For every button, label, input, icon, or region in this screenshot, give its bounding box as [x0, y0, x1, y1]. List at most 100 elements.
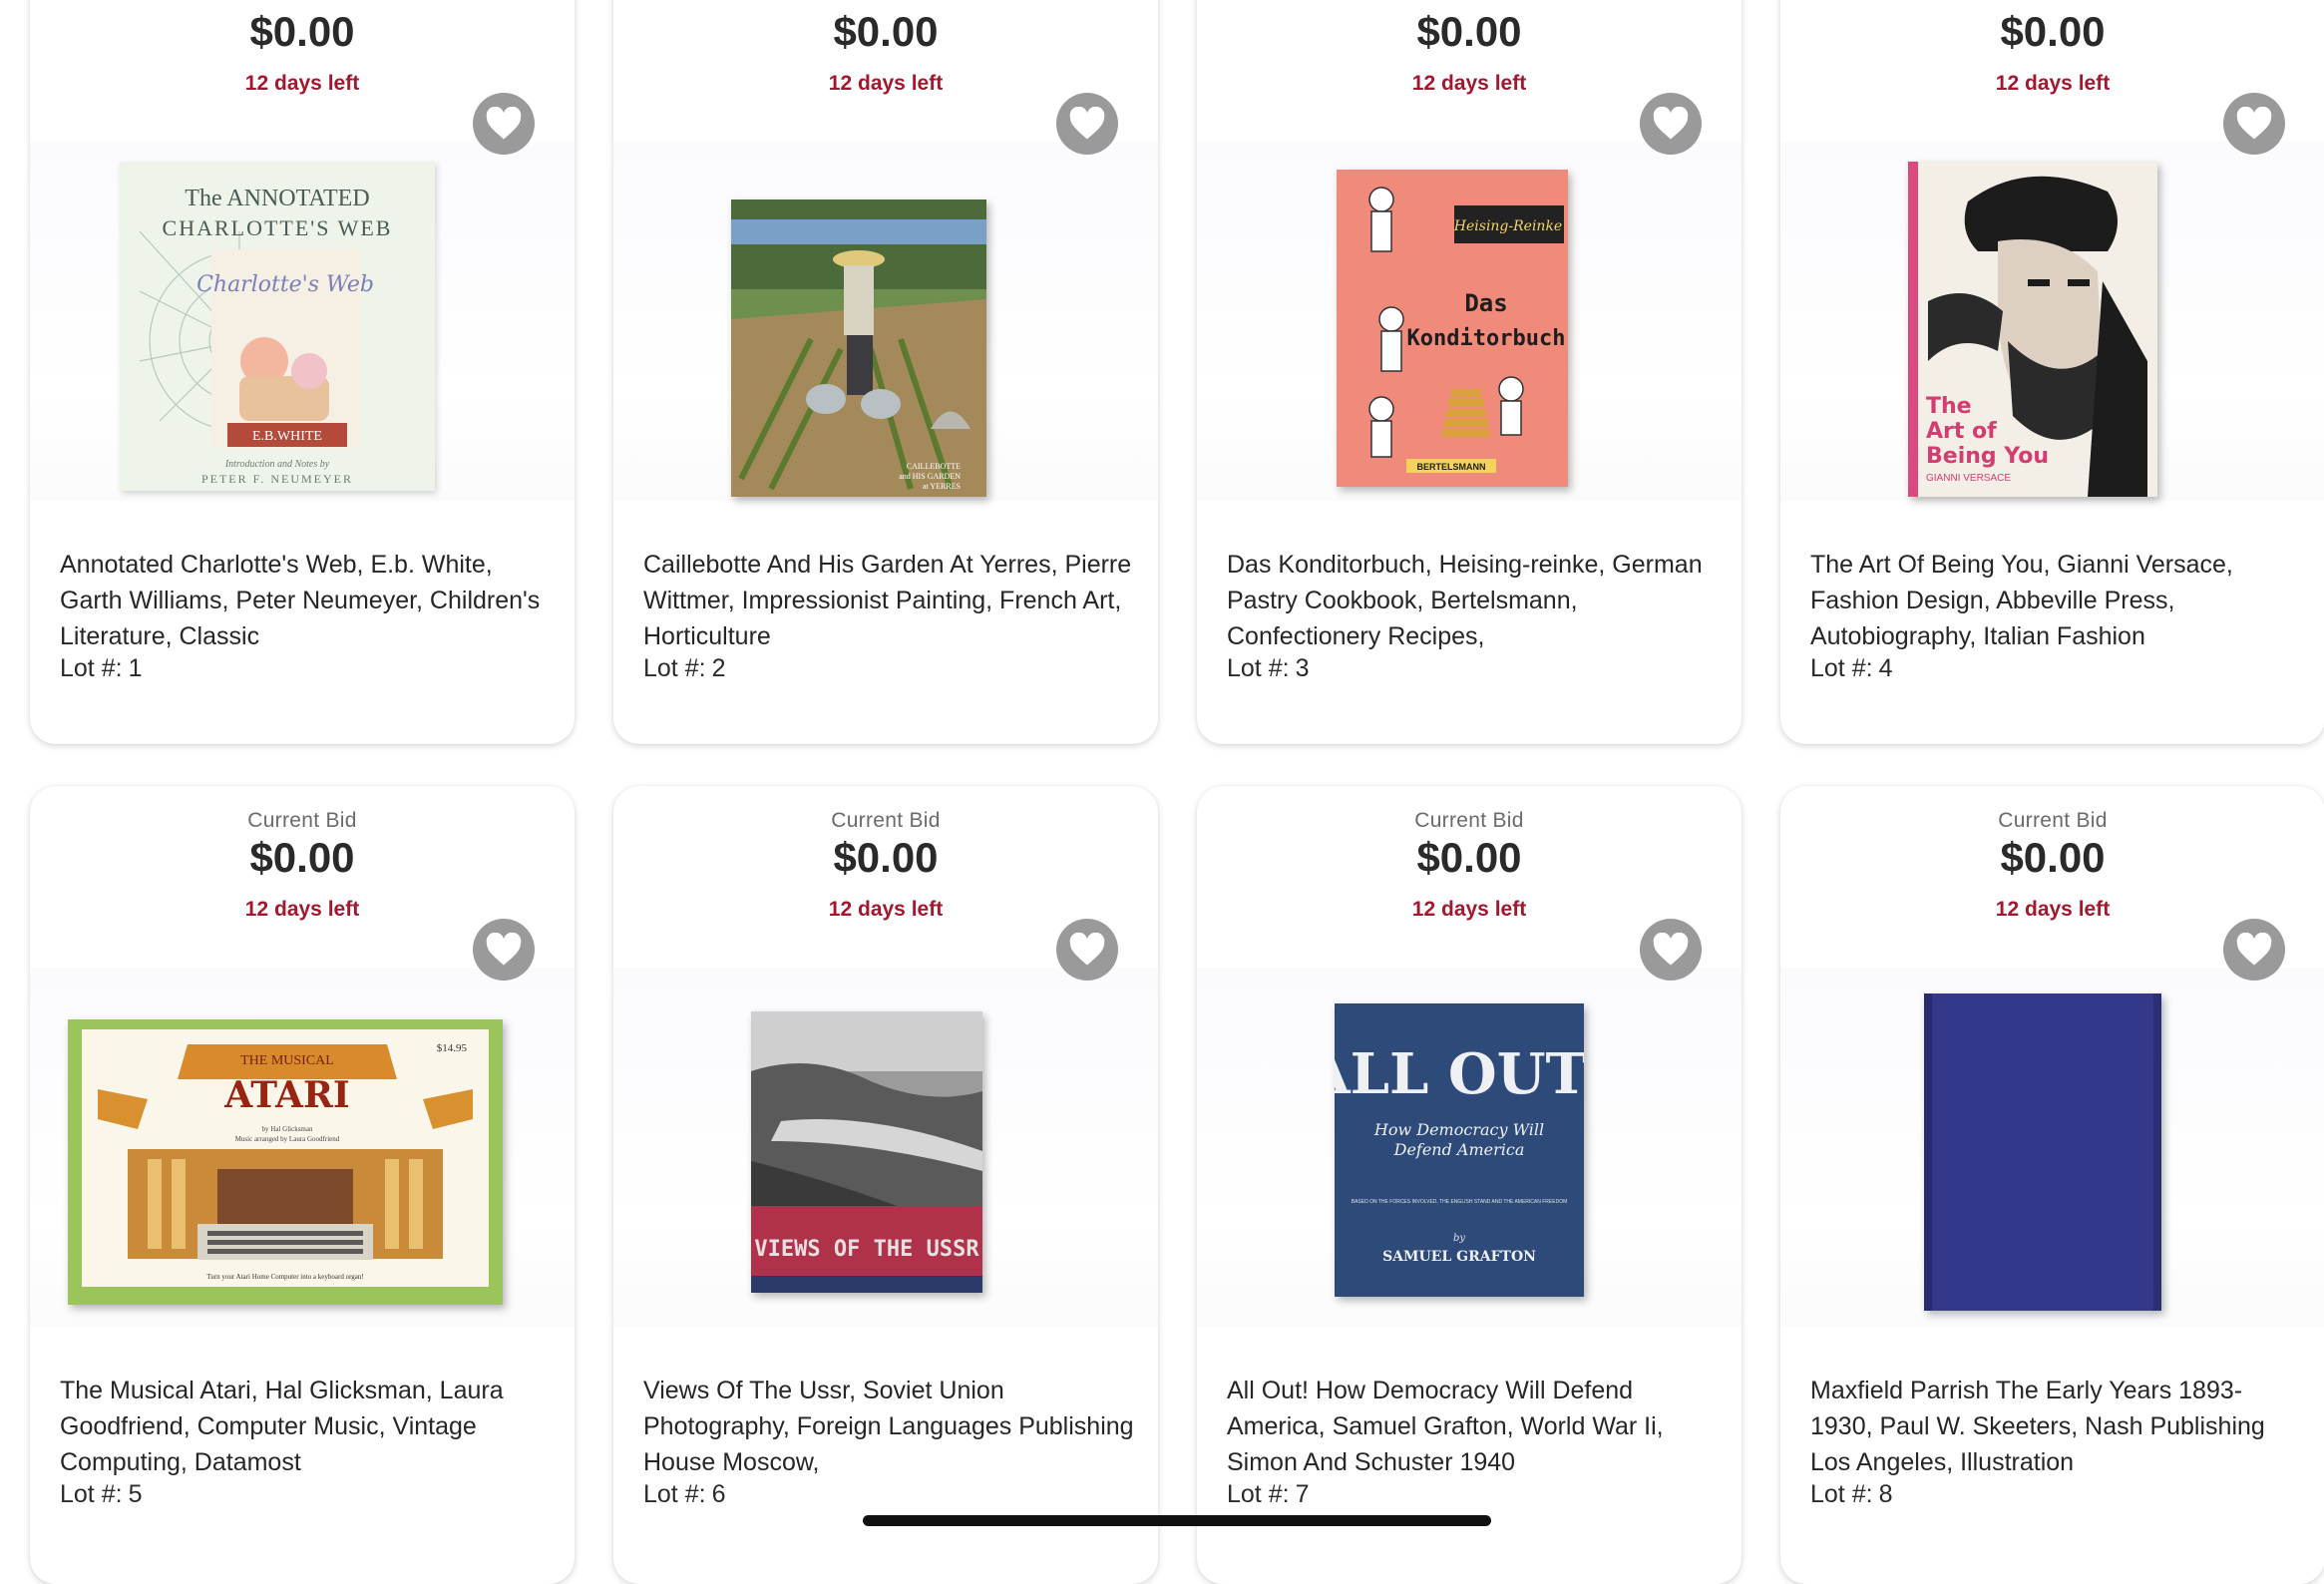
cover-note: BASED ON THE FORCES INVOLVED, THE ENGLIS… — [1352, 1199, 1568, 1205]
cover-title-3: Being You — [1926, 444, 2049, 469]
current-bid-label: Current Bid — [831, 809, 941, 832]
lot-number: Lot #: 4 — [1810, 654, 1892, 683]
lot-title[interactable]: The Musical Atari, Hal Glicksman, Laura … — [60, 1373, 553, 1480]
cover-top: THE MUSICAL — [240, 1053, 334, 1068]
cover-price: $14.95 — [437, 1042, 468, 1054]
lot-number-label: Lot #: — [1810, 1480, 1873, 1508]
favorite-button[interactable] — [2223, 93, 2285, 155]
book-cover-all-out: ALL OUT! How Democracy Will Defend Ameri… — [1335, 1003, 1584, 1297]
lot-number-label: Lot #: — [1227, 1480, 1290, 1508]
favorite-button[interactable] — [1056, 93, 1118, 155]
time-left: 12 days left — [1995, 72, 2111, 95]
heart-icon — [1653, 107, 1689, 140]
heart-icon — [2236, 107, 2272, 140]
lot-grid: $0.00 12 days left The ANNOTATED CHARLOT… — [0, 0, 2324, 1584]
book-cover-views-of-ussr: VIEWS OF THE USSR — [751, 1011, 982, 1293]
current-bid-amount: $0.00 — [2000, 834, 2106, 881]
cover-credit-2: PETER F. NEUMEYER — [201, 472, 353, 486]
lot-card[interactable]: Current Bid $0.00 12 days left Maxfield … — [1780, 786, 2324, 1584]
home-indicator — [863, 1515, 1491, 1526]
book-cover-maxfield-parrish — [1924, 993, 2161, 1311]
lot-number: Lot #: 5 — [60, 1480, 142, 1509]
book-cover-konditorbuch: Heising-Reinke Das Konditorbuch BERTELSM… — [1337, 170, 1568, 487]
cover-subtitle-1: How Democracy Will — [1373, 1120, 1544, 1139]
lot-title[interactable]: Views Of The Ussr, Soviet Union Photogra… — [643, 1373, 1136, 1480]
heart-icon — [1069, 933, 1105, 966]
favorite-button[interactable] — [2223, 919, 2285, 981]
lot-title[interactable]: All Out! How Democracy Will Defend Ameri… — [1227, 1373, 1720, 1480]
book-cover-musical-atari: THE MUSICAL ATARI $14.95 by Hal Glicksma… — [68, 1019, 503, 1305]
lot-photo[interactable]: Heising-Reinke Das Konditorbuch BERTELSM… — [1197, 142, 1742, 501]
time-left: 12 days left — [828, 898, 944, 921]
cover-band: Heising-Reinke — [1453, 218, 1562, 234]
cover-title-2: Konditorbuch — [1407, 326, 1566, 351]
lot-title[interactable]: Maxfield Parrish The Early Years 1893-19… — [1810, 1373, 2303, 1480]
cover-line-1: The ANNOTATED — [185, 186, 369, 211]
lot-title[interactable]: Annotated Charlotte's Web, E.b. White, G… — [60, 547, 553, 654]
lot-title[interactable]: The Art Of Being You, Gianni Versace, Fa… — [1810, 547, 2303, 654]
cover-title: VIEWS OF THE USSR — [754, 1237, 979, 1262]
lot-card[interactable]: $0.00 12 days left The ANNOTATED CHARLOT… — [30, 0, 575, 744]
lot-number-label: Lot #: — [60, 1480, 123, 1508]
lot-photo[interactable] — [1780, 968, 2324, 1327]
lot-number: Lot #: 2 — [643, 654, 725, 683]
current-bid-amount: $0.00 — [249, 8, 355, 55]
lot-number-label: Lot #: — [60, 654, 123, 682]
cover-author: E.B.WHITE — [252, 429, 322, 444]
lot-number-label: Lot #: — [1227, 654, 1290, 682]
cover-publisher: BERTELSMANN — [1417, 462, 1486, 472]
lot-number-value: 1 — [128, 654, 143, 682]
current-bid-amount: $0.00 — [1416, 834, 1522, 881]
lot-card[interactable]: $0.00 12 days left Heising-Reinke Das Ko… — [1197, 0, 1742, 744]
favorite-button[interactable] — [1056, 919, 1118, 981]
current-bid-amount: $0.00 — [1416, 8, 1522, 55]
cover-line-3: at YERRES — [923, 482, 961, 491]
lot-photo[interactable]: The ANNOTATED CHARLOTTE'S WEB Charlotte'… — [30, 142, 575, 501]
lot-card[interactable]: $0.00 12 days left CAILLEBOTTE and HIS G… — [613, 0, 1158, 744]
lot-number-value: 6 — [711, 1480, 726, 1508]
favorite-button[interactable] — [473, 919, 535, 981]
lot-number-value: 8 — [1878, 1480, 1893, 1508]
time-left: 12 days left — [1411, 898, 1527, 921]
lot-photo[interactable]: ALL OUT! How Democracy Will Defend Ameri… — [1197, 968, 1742, 1327]
lot-number-value: 5 — [128, 1480, 143, 1508]
lot-number: Lot #: 3 — [1227, 654, 1309, 683]
book-cover-charlotte: The ANNOTATED CHARLOTTE'S WEB Charlotte'… — [120, 162, 435, 491]
lot-card[interactable]: $0.00 12 days left The Art of Being You … — [1780, 0, 2324, 744]
cover-by: by — [1453, 1233, 1465, 1244]
lot-card[interactable]: Current Bid $0.00 12 days left ALL OUT! … — [1197, 786, 1742, 1584]
lot-title[interactable]: Das Konditorbuch, Heising-reinke, German… — [1227, 547, 1720, 654]
favorite-button[interactable] — [473, 93, 535, 155]
cover-title-1: Das — [1464, 289, 1507, 317]
cover-line-1: CAILLEBOTTE — [907, 462, 961, 471]
cover-title: ALL OUT! — [1335, 1041, 1584, 1107]
time-left: 12 days left — [244, 898, 360, 921]
current-bid-amount: $0.00 — [2000, 8, 2106, 55]
current-bid-label: Current Bid — [1998, 809, 2108, 832]
lot-number-value: 3 — [1295, 654, 1310, 682]
lot-photo[interactable]: VIEWS OF THE USSR — [613, 968, 1158, 1327]
cover-script-title: Charlotte's Web — [196, 272, 374, 297]
favorite-button[interactable] — [1640, 919, 1702, 981]
heart-icon — [486, 107, 522, 140]
lot-card[interactable]: Current Bid $0.00 12 days left VIEWS OF … — [613, 786, 1158, 1584]
time-left: 12 days left — [828, 72, 944, 95]
heart-icon — [2236, 933, 2272, 966]
current-bid-amount: $0.00 — [249, 834, 355, 881]
cover-credit-1: Introduction and Notes by — [224, 459, 330, 470]
cover-author: GIANNI VERSACE — [1926, 473, 2011, 484]
cover-author: SAMUEL GRAFTON — [1382, 1249, 1536, 1265]
favorite-button[interactable] — [1640, 93, 1702, 155]
lot-photo[interactable]: The Art of Being You GIANNI VERSACE — [1780, 142, 2324, 501]
cover-subtitle-2: Defend America — [1393, 1140, 1525, 1159]
heart-icon — [486, 933, 522, 966]
lot-title[interactable]: Caillebotte And His Garden At Yerres, Pi… — [643, 547, 1136, 654]
cover-line-2: and HIS GARDEN — [899, 472, 961, 481]
lot-photo[interactable]: THE MUSICAL ATARI $14.95 by Hal Glicksma… — [30, 968, 575, 1327]
lot-photo[interactable]: CAILLEBOTTE and HIS GARDEN at YERRES — [613, 142, 1158, 501]
book-cover-versace: The Art of Being You GIANNI VERSACE — [1908, 162, 2157, 497]
lot-card[interactable]: Current Bid $0.00 12 days left THE MUSIC… — [30, 786, 575, 1584]
heart-icon — [1069, 107, 1105, 140]
heart-icon — [1653, 933, 1689, 966]
current-bid-amount: $0.00 — [833, 8, 939, 55]
